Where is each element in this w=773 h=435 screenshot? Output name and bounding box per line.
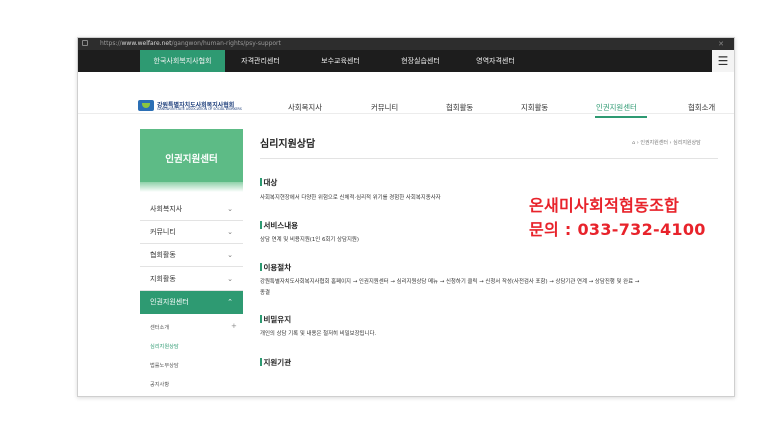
- logo-emblem-icon: [138, 100, 154, 111]
- hamburger-icon[interactable]: ☰: [712, 50, 734, 72]
- nav-active-indicator: [595, 116, 647, 118]
- section-heading-support-agency: 지원기관: [260, 357, 291, 368]
- address-bar[interactable]: https://www.welfare.net/gangwon/human-ri…: [78, 38, 734, 50]
- section-text-target: 사회복지현장에서 다양한 위험으로 신체적·심리적 위기를 경험한 사회복지종사…: [260, 195, 441, 201]
- sidebar-item-branch-activity[interactable]: 지회활동 ⌄: [140, 268, 243, 291]
- chevron-down-icon: ⌄: [227, 275, 233, 283]
- sub-item-legal-labor-counseling[interactable]: 법률노무상담: [150, 362, 179, 369]
- url-text: https://www.welfare.net/gangwon/human-ri…: [100, 40, 281, 47]
- sidebar-item-label: 협회활동: [150, 251, 176, 259]
- nav-community[interactable]: 커뮤니티: [371, 102, 398, 113]
- nav-association-activity[interactable]: 협회활동: [446, 102, 473, 113]
- overlay-contact: 문의 : 033-732-4100: [529, 220, 706, 239]
- section-text-procedure-cont: 종결: [260, 290, 270, 296]
- section-heading-procedure: 이용절차: [260, 262, 291, 273]
- tab-practicum-center[interactable]: 현장실습센터: [388, 50, 453, 72]
- sidebar-item-label: 지회활동: [150, 275, 176, 283]
- section-text-service: 상담 연계 및 비용지원(1인 6회기 상담지원): [260, 237, 359, 243]
- sidebar-item-social-worker[interactable]: 사회복지사 ⌄: [140, 198, 243, 221]
- sidebar-item-label: 사회복지사: [150, 205, 183, 213]
- divider: [260, 158, 718, 159]
- sidebar-item-association-activity[interactable]: 협회활동 ⌄: [140, 244, 243, 267]
- section-heading-confidentiality: 비밀유지: [260, 314, 291, 325]
- section-text-confidentiality: 개인의 상담 기록 및 내용은 철저히 비밀보장됩니다.: [260, 331, 377, 337]
- logo-subtitle: GANGWON STATE ASSOCIATION OF SOCIAL WORK…: [157, 107, 242, 111]
- section-heading-service: 서비스내용: [260, 220, 298, 231]
- sub-item-notice[interactable]: 공지사항: [150, 381, 169, 388]
- section-text-procedure: 강원특별자치도사회복지사협회 홈페이지 → 인권지원센터 → 심리지원상담 메뉴…: [260, 279, 640, 285]
- sub-item-psychological-counseling[interactable]: 심리지원상담: [150, 343, 179, 350]
- sidebar-item-human-rights-center[interactable]: 인권지원센터 ⌃: [140, 291, 243, 314]
- nav-about[interactable]: 협회소개: [688, 102, 715, 113]
- nav-social-worker[interactable]: 사회복지사: [288, 102, 322, 113]
- window-control-icon[interactable]: [82, 40, 88, 46]
- tab-kasw[interactable]: 한국사회복지사협회: [140, 50, 225, 72]
- nav-branch-activity[interactable]: 지회활동: [521, 102, 548, 113]
- tab-qualification-center[interactable]: 자격관리센터: [228, 50, 293, 72]
- close-icon[interactable]: ✕: [718, 38, 724, 50]
- chevron-down-icon: ⌄: [227, 228, 233, 236]
- overlay-org-name: 온새미사회적협동조합: [529, 196, 680, 215]
- nav-human-rights-center[interactable]: 인권지원센터: [596, 102, 637, 113]
- page-title: 심리지원상담: [260, 139, 316, 150]
- sidebar-title: 인권지원센터: [165, 154, 218, 165]
- sidebar-item-label: 커뮤니티: [150, 228, 176, 236]
- chevron-down-icon: ⌄: [227, 251, 233, 259]
- chevron-down-icon: ⌄: [227, 205, 233, 213]
- plus-icon[interactable]: +: [231, 322, 237, 330]
- sidebar-header: 인권지원센터: [140, 129, 243, 192]
- tab-domain-qualification[interactable]: 영역자격센터: [463, 50, 528, 72]
- section-heading-target: 대상: [260, 177, 277, 188]
- sidebar-item-label: 인권지원센터: [150, 298, 189, 306]
- breadcrumb[interactable]: ⌂ › 인권지원센터 › 심리지원상담: [632, 139, 701, 146]
- sidebar-item-community[interactable]: 커뮤니티 ⌄: [140, 221, 243, 244]
- top-site-nav: 한국사회복지사협회 자격관리센터 보수교육센터 현장실습센터 영역자격센터 ☰: [78, 50, 734, 72]
- sub-item-center-intro[interactable]: 센터소개: [150, 324, 169, 331]
- tab-education-center[interactable]: 보수교육센터: [308, 50, 373, 72]
- chevron-up-icon: ⌃: [227, 298, 233, 306]
